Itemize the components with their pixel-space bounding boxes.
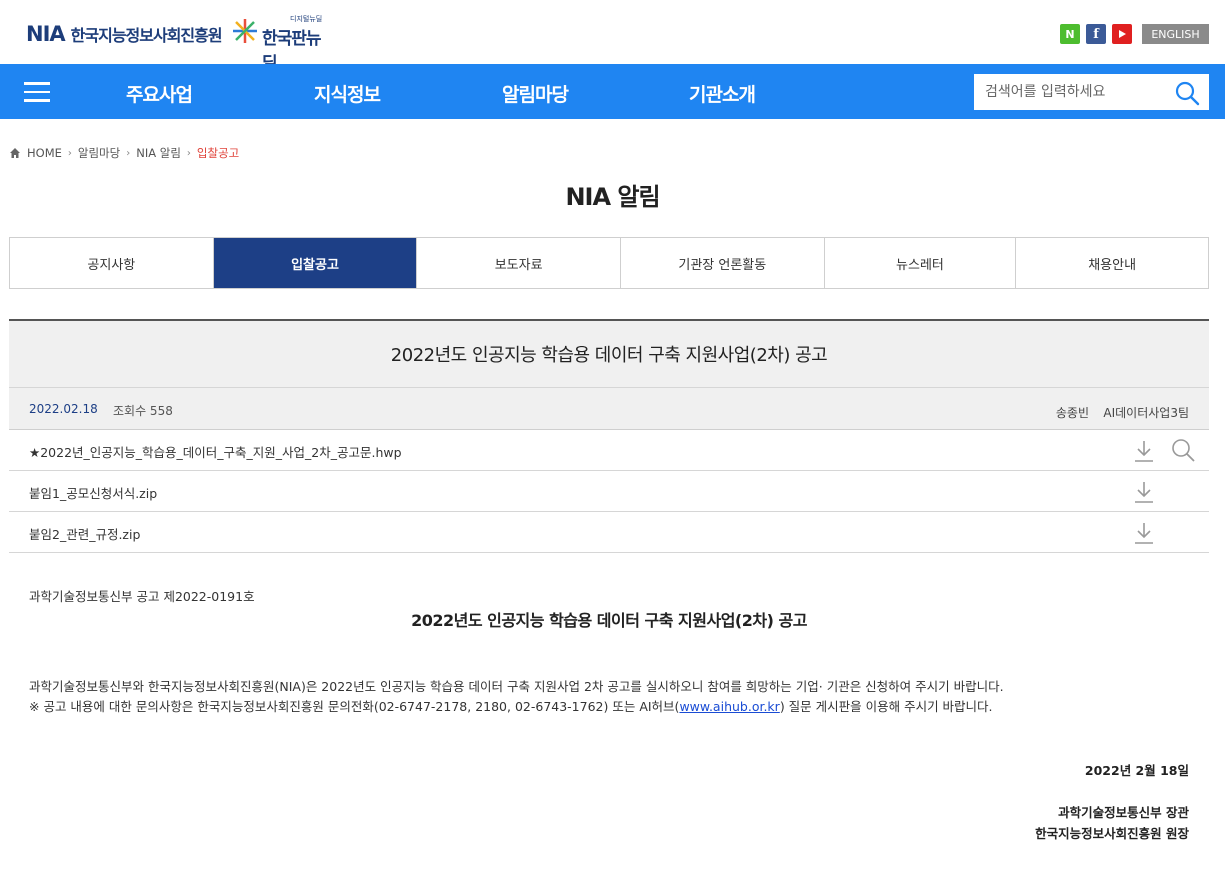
logo-mark: NIA bbox=[26, 22, 66, 46]
chevron-right-icon: › bbox=[67, 147, 72, 159]
tab-press[interactable]: 보도자료 bbox=[417, 238, 621, 288]
nav-item-main-business[interactable]: 주요사업 bbox=[126, 80, 193, 107]
breadcrumb-item[interactable]: 알림마당 bbox=[78, 145, 120, 161]
notice-inquiry: ※ 공고 내용에 대한 문의사항은 한국지능정보사회진흥원 문의전화(02-67… bbox=[29, 696, 993, 715]
download-icon[interactable] bbox=[1134, 480, 1154, 504]
logo-name: 한국지능정보사회진흥원 bbox=[70, 26, 223, 45]
nav-item-about[interactable]: 기관소개 bbox=[689, 80, 756, 107]
tab-recruit[interactable]: 채용안내 bbox=[1016, 238, 1208, 288]
post-department: AI데이터사업3팀 bbox=[1103, 406, 1189, 420]
notice-title: 2022년도 인공지능 학습용 데이터 구축 지원사업(2차) 공고 bbox=[411, 611, 807, 630]
korean-new-deal-logo[interactable]: 디지털뉴딜 한국판뉴딜 bbox=[232, 12, 332, 74]
home-icon[interactable] bbox=[9, 147, 21, 159]
page-title: NIA 알림 bbox=[565, 183, 660, 211]
attachment-row: ★2022년_인공지능_학습용_데이터_구축_지원_사업_2차_공고문.hwp bbox=[9, 430, 1209, 471]
post-date: 2022.02.18 bbox=[29, 402, 98, 416]
aihub-link[interactable]: www.aihub.or.kr bbox=[679, 699, 779, 714]
attachment-name[interactable]: ★2022년_인공지능_학습용_데이터_구축_지원_사업_2차_공고문.hwp bbox=[29, 442, 402, 461]
post-info: 2022.02.18 조회수 558 송종빈 AI데이터사업3팀 bbox=[9, 387, 1209, 430]
download-icon[interactable] bbox=[1134, 439, 1154, 463]
post-views: 조회수 558 bbox=[113, 404, 173, 418]
notice-date: 2022년 2월 18일 bbox=[1084, 763, 1189, 778]
youtube-icon[interactable] bbox=[1112, 24, 1132, 44]
notice-paragraph: 과학기술정보통신부와 한국지능정보사회진흥원(NIA)은 2022년도 인공지능… bbox=[29, 679, 1004, 694]
attachment-row: 붙임2_관련_규정.zip bbox=[9, 512, 1209, 553]
signer: 과학기술정보통신부 장관 bbox=[1058, 805, 1189, 820]
english-button[interactable]: ENGLISH bbox=[1142, 24, 1209, 44]
sub-tabs: 공지사항 입찰공고 보도자료 기관장 언론활동 뉴스레터 채용안내 bbox=[9, 237, 1209, 289]
download-icon[interactable] bbox=[1134, 521, 1154, 545]
search-box bbox=[974, 74, 1209, 110]
breadcrumb-current: 입찰공고 bbox=[196, 146, 240, 160]
breadcrumb-home[interactable]: HOME bbox=[27, 146, 62, 160]
inquiry-text: ) 질문 게시판을 이용해 주시기 바랍니다. bbox=[779, 699, 993, 714]
nav-item-notice[interactable]: 알림마당 bbox=[502, 80, 569, 107]
post-title: 2022년도 인공지능 학습용 데이터 구축 지원사업(2차) 공고 bbox=[9, 319, 1209, 387]
facebook-icon[interactable]: f bbox=[1086, 24, 1106, 44]
signer: 한국지능정보사회진흥원 원장 bbox=[1035, 826, 1189, 841]
play-icon bbox=[1119, 30, 1126, 38]
tab-bid[interactable]: 입찰공고 bbox=[213, 238, 418, 288]
top-bar: NIA 한국지능정보사회진흥원 디지털뉴딜 한국판뉴딜 N f ENGLISH bbox=[0, 0, 1225, 74]
new-deal-small-label: 디지털뉴딜 bbox=[290, 15, 323, 23]
tab-media[interactable]: 기관장 언론활동 bbox=[621, 238, 825, 288]
nia-logo[interactable]: NIA 한국지능정보사회진흥원 bbox=[26, 22, 223, 46]
preview-icon[interactable] bbox=[1171, 438, 1195, 462]
attachment-name[interactable]: 붙임2_관련_규정.zip bbox=[29, 524, 140, 543]
search-icon[interactable] bbox=[1174, 80, 1200, 106]
post-author: 송종빈 bbox=[1055, 406, 1089, 420]
attachment-name[interactable]: 붙임1_공모신청서식.zip bbox=[29, 483, 157, 502]
search-input[interactable] bbox=[975, 75, 1170, 109]
chevron-right-icon: › bbox=[126, 147, 131, 159]
chevron-right-icon: › bbox=[186, 147, 191, 159]
naver-blog-icon[interactable]: N bbox=[1060, 24, 1080, 44]
nav-item-knowledge[interactable]: 지식정보 bbox=[314, 80, 381, 107]
notice-number: 과학기술정보통신부 공고 제2022-0191호 bbox=[29, 589, 255, 604]
attachment-row: 붙임1_공모신청서식.zip bbox=[9, 471, 1209, 512]
menu-icon[interactable] bbox=[24, 82, 50, 102]
inquiry-text: ※ 공고 내용에 대한 문의사항은 한국지능정보사회진흥원 문의전화(02-67… bbox=[29, 699, 680, 714]
breadcrumb-item[interactable]: NIA 알림 bbox=[136, 145, 181, 161]
tab-notice[interactable]: 공지사항 bbox=[10, 238, 214, 288]
new-deal-burst-icon bbox=[233, 19, 257, 43]
tab-newsletter[interactable]: 뉴스레터 bbox=[825, 238, 1017, 288]
breadcrumb: HOME › 알림마당 › NIA 알림 › 입찰공고 bbox=[9, 145, 239, 161]
